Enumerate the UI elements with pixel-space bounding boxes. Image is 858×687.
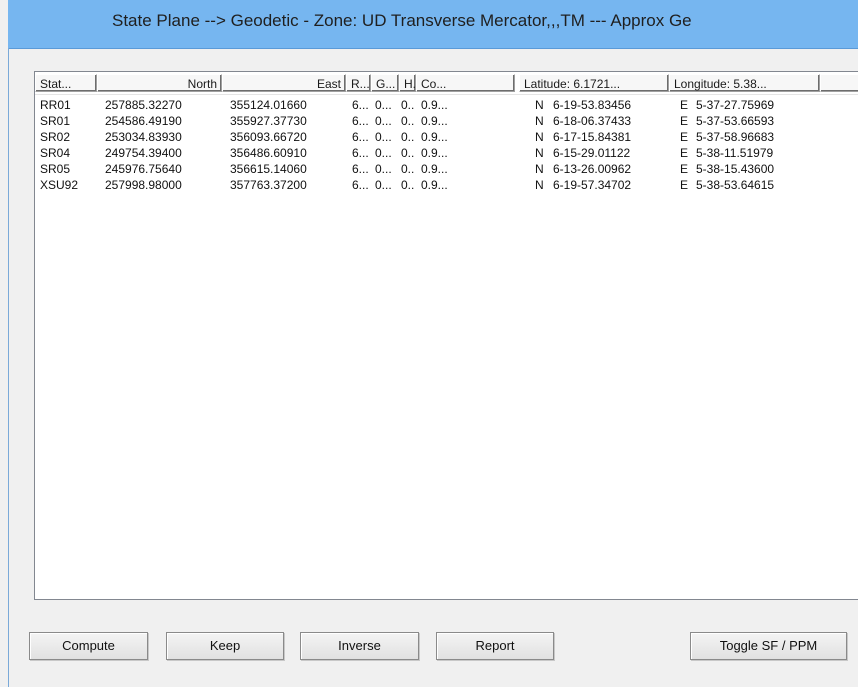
column-header-longitude[interactable]: Longitude: 5.38... — [669, 74, 820, 92]
cell-lon-hemisphere: E — [680, 130, 689, 144]
cell-g: 0... — [375, 114, 392, 128]
cell-latitude: 6-13-26.00962 — [553, 162, 632, 176]
cell-r: 6... — [352, 146, 369, 160]
cell-lat-hemisphere: N — [535, 162, 544, 176]
cell-latitude: 6-19-53.83456 — [553, 98, 632, 112]
cell-station: XSU92 — [40, 178, 79, 192]
table-row[interactable]: SR02 253034.83930 356093.66720 6... 0...… — [35, 129, 858, 145]
cell-east: 355927.37730 — [230, 114, 307, 128]
cell-east: 356093.66720 — [230, 130, 307, 144]
cell-east: 356615.14060 — [230, 162, 307, 176]
column-header-latitude[interactable]: Latitude: 6.1721... — [519, 74, 669, 92]
cell-lat-hemisphere: N — [535, 178, 544, 192]
cell-north: 257885.32270 — [105, 98, 182, 112]
cell-station: SR05 — [40, 162, 71, 176]
cell-lon-hemisphere: E — [680, 114, 689, 128]
cell-station: SR02 — [40, 130, 71, 144]
cell-co: 0.9... — [421, 130, 448, 144]
cell-r: 6... — [352, 114, 369, 128]
cell-lon-hemisphere: E — [680, 162, 689, 176]
cell-r: 6... — [352, 178, 369, 192]
list-header: Stat... North East R... G... H. Co... La… — [35, 72, 858, 95]
window-title: State Plane --> Geodetic - Zone: UD Tran… — [112, 11, 692, 30]
cell-latitude: 6-18-06.37433 — [553, 114, 632, 128]
cell-h: 0.. — [401, 162, 415, 176]
cell-g: 0... — [375, 98, 392, 112]
cell-east: 356486.60910 — [230, 146, 307, 160]
cell-lat-hemisphere: N — [535, 114, 544, 128]
cell-north: 245976.75640 — [105, 162, 182, 176]
cell-north: 249754.39400 — [105, 146, 182, 160]
cell-co: 0.9... — [421, 146, 448, 160]
cell-longitude: 5-38-53.64615 — [696, 178, 775, 192]
toggle-sf-ppm-button[interactable]: Toggle SF / PPM — [690, 632, 847, 660]
column-header-filler — [820, 74, 858, 92]
cell-longitude: 5-38-11.51979 — [696, 146, 774, 160]
cell-h: 0.. — [401, 146, 415, 160]
table-row[interactable]: XSU92 257998.98000 357763.37200 6... 0..… — [35, 177, 858, 193]
table-row[interactable]: SR05 245976.75640 356615.14060 6... 0...… — [35, 161, 858, 177]
column-header-east[interactable]: East — [222, 74, 346, 92]
cell-g: 0... — [375, 162, 392, 176]
column-header-g[interactable]: G... — [371, 74, 399, 92]
cell-r: 6... — [352, 162, 369, 176]
cell-longitude: 5-37-58.96683 — [696, 130, 775, 144]
table-row[interactable]: SR04 249754.39400 356486.60910 6... 0...… — [35, 145, 858, 161]
cell-co: 0.9... — [421, 162, 448, 176]
cell-latitude: 6-17-15.84381 — [553, 130, 632, 144]
cell-r: 6... — [352, 130, 369, 144]
cell-g: 0... — [375, 178, 392, 192]
cell-h: 0.. — [401, 98, 415, 112]
cell-g: 0... — [375, 146, 392, 160]
column-header-co[interactable]: Co... — [416, 74, 515, 92]
cell-longitude: 5-37-53.66593 — [696, 114, 775, 128]
column-header-r[interactable]: R... — [346, 74, 371, 92]
results-list-view[interactable]: Stat... North East R... G... H. Co... La… — [34, 71, 858, 600]
cell-lon-hemisphere: E — [680, 146, 689, 160]
title-bar[interactable]: State Plane --> Geodetic - Zone: UD Tran… — [8, 0, 858, 49]
cell-longitude: 5-38-15.43600 — [696, 162, 775, 176]
cell-station: SR04 — [40, 146, 71, 160]
cell-lat-hemisphere: N — [535, 146, 544, 160]
cell-h: 0.. — [401, 114, 415, 128]
table-row[interactable]: SR01 254586.49190 355927.37730 6... 0...… — [35, 113, 858, 129]
cell-lon-hemisphere: E — [680, 98, 689, 112]
window-frame — [8, 48, 9, 687]
cell-station: SR01 — [40, 114, 71, 128]
cell-north: 253034.83930 — [105, 130, 182, 144]
cell-north: 254586.49190 — [105, 114, 182, 128]
cell-east: 357763.37200 — [230, 178, 307, 192]
cell-g: 0... — [375, 130, 392, 144]
cell-r: 6... — [352, 98, 369, 112]
cell-h: 0.. — [401, 130, 415, 144]
inverse-button[interactable]: Inverse — [300, 632, 419, 660]
keep-button[interactable]: Keep — [166, 632, 284, 660]
table-row[interactable]: RR01 257885.32270 355124.01660 6... 0...… — [35, 97, 858, 113]
cell-co: 0.9... — [421, 98, 448, 112]
cell-latitude: 6-19-57.34702 — [553, 178, 632, 192]
cell-longitude: 5-37-27.75969 — [696, 98, 775, 112]
cell-co: 0.9... — [421, 178, 448, 192]
cell-co: 0.9... — [421, 114, 448, 128]
column-header-h[interactable]: H. — [399, 74, 416, 92]
column-header-station[interactable]: Stat... — [35, 74, 97, 92]
report-button[interactable]: Report — [436, 632, 554, 660]
cell-h: 0.. — [401, 178, 415, 192]
cell-north: 257998.98000 — [105, 178, 182, 192]
cell-latitude: 6-15-29.01122 — [553, 146, 631, 160]
compute-button[interactable]: Compute — [29, 632, 148, 660]
column-header-north[interactable]: North — [97, 74, 222, 92]
cell-lon-hemisphere: E — [680, 178, 689, 192]
cell-lat-hemisphere: N — [535, 130, 544, 144]
app-window: State Plane --> Geodetic - Zone: UD Tran… — [8, 0, 858, 687]
cell-lat-hemisphere: N — [535, 98, 544, 112]
cell-east: 355124.01660 — [230, 98, 307, 112]
cell-station: RR01 — [40, 98, 71, 112]
